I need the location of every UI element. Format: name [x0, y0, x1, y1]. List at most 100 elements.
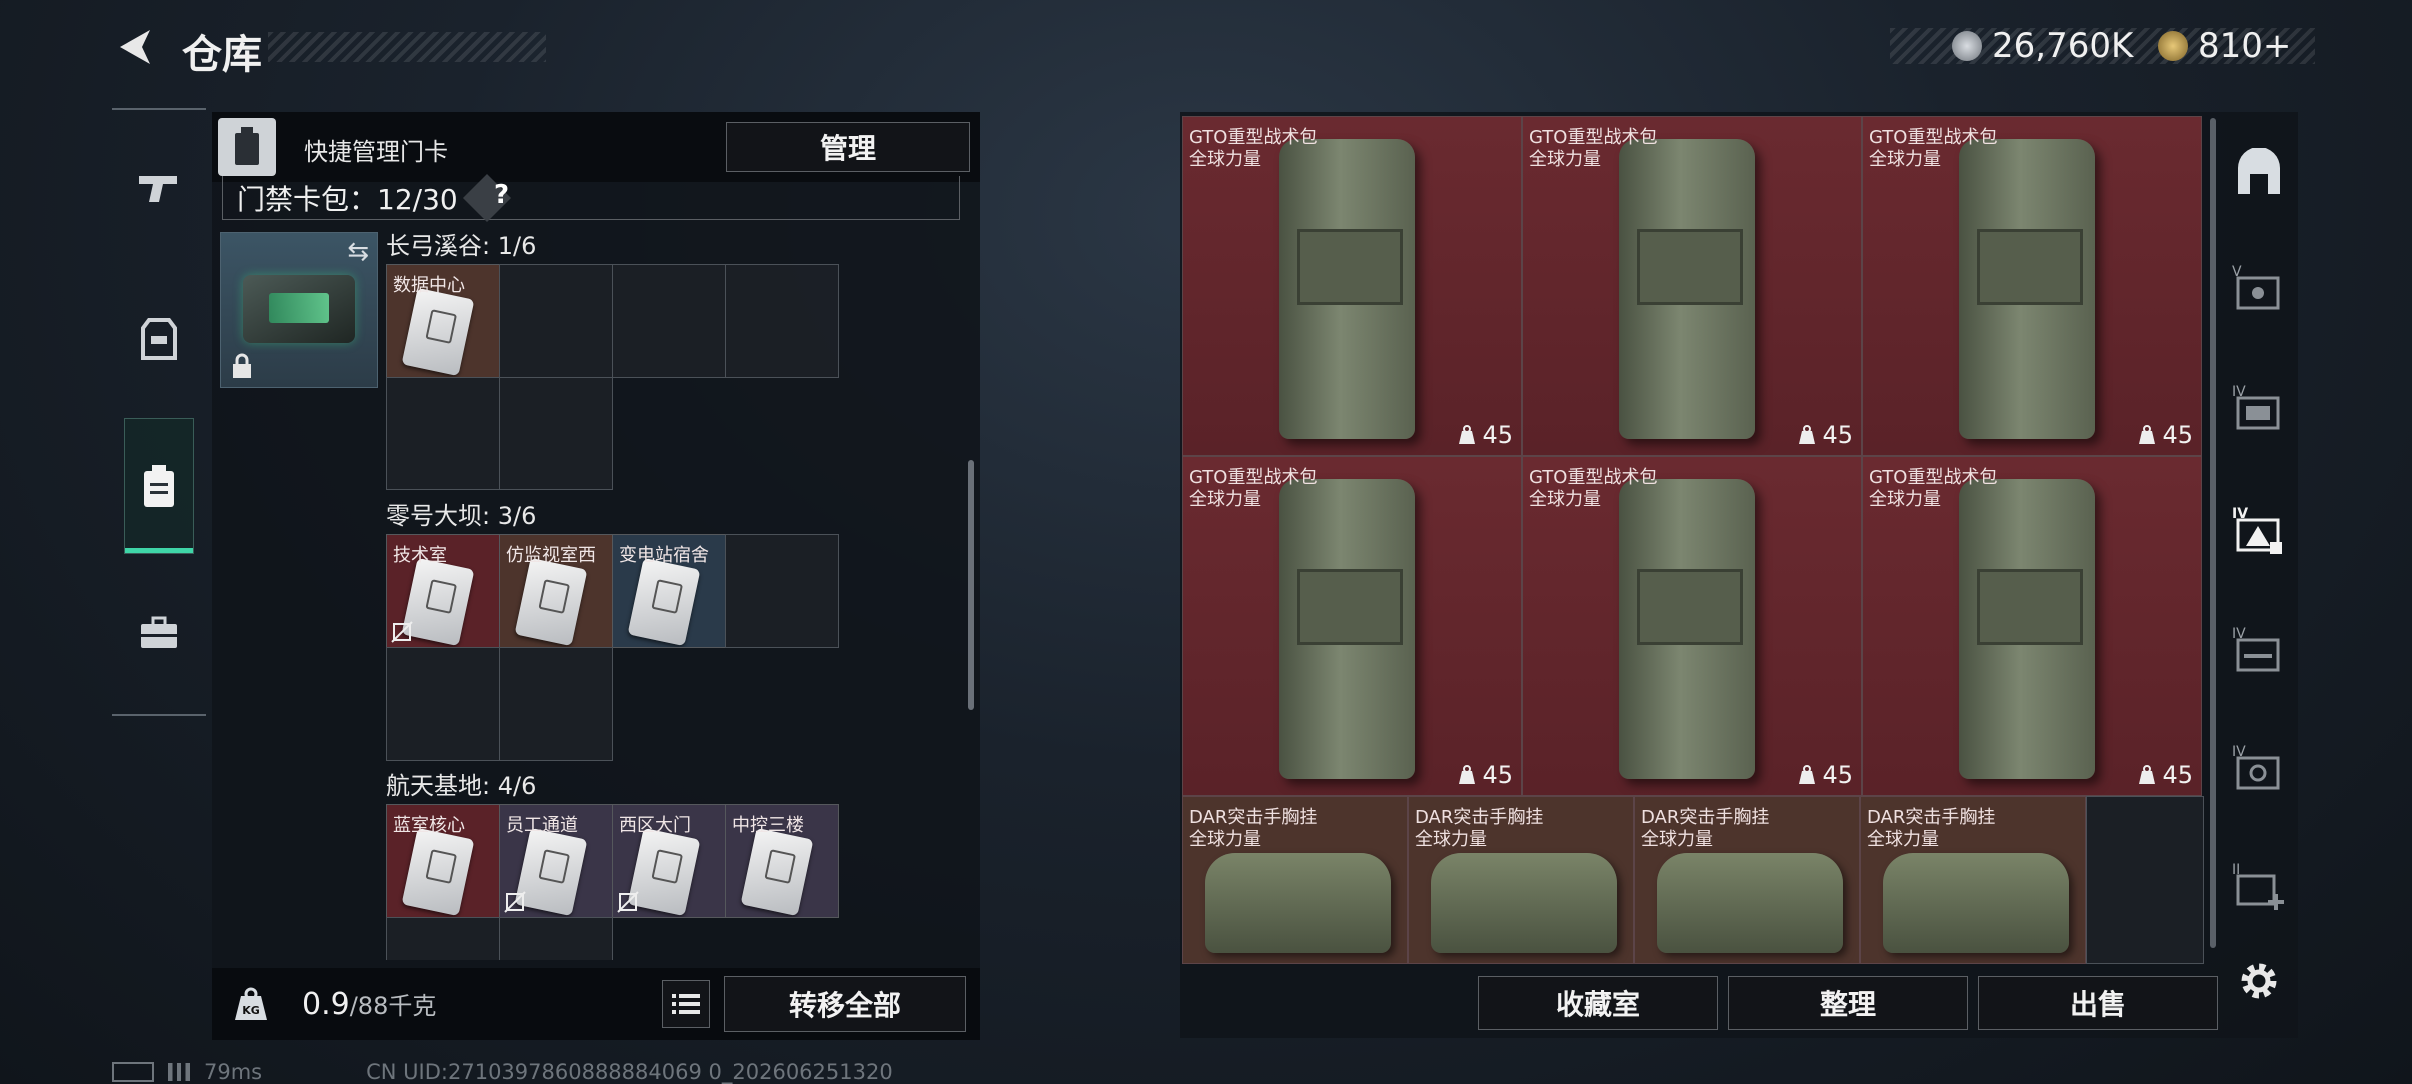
keycard-grid: 蓝室核心 员工通道 西区大门 中控三楼: [386, 804, 840, 960]
page-title: 仓库: [182, 32, 262, 78]
back-button[interactable]: [112, 24, 158, 70]
empty-slot[interactable]: [386, 377, 500, 490]
keycard-icon: [144, 465, 174, 507]
weight-icon: [2139, 765, 2156, 784]
collection-room-button[interactable]: 收藏室: [1478, 976, 1718, 1030]
list-icon: [672, 994, 700, 1014]
help-icon-glyph: ?: [494, 180, 510, 210]
empty-slot[interactable]: [725, 534, 839, 648]
keycard-case-image: [243, 275, 355, 343]
weight-icon: [1459, 425, 1476, 444]
inventory-item-chest-rig[interactable]: DAR突击手胸挂 全球力量: [1634, 796, 1860, 964]
keycard-slot[interactable]: 技术室: [386, 534, 500, 648]
triangle-coin-icon: [2158, 31, 2188, 61]
keycard-panel-footer: KG 0.9 /88千克 转移全部: [212, 968, 980, 1040]
armor-icon: [141, 318, 177, 360]
inventory-item-chest-rig[interactable]: DAR突击手胸挂 全球力量: [1182, 796, 1408, 964]
swap-icon[interactable]: ⇆: [347, 237, 369, 267]
inventory-item-backpack[interactable]: GTO重型战术包 全球力量 45: [1182, 116, 1522, 456]
keycard-slot[interactable]: 员工通道: [499, 804, 613, 918]
empty-slot[interactable]: [2086, 796, 2204, 964]
keycard-panel-header: 快捷管理门卡 管理: [212, 112, 980, 182]
tab-weapons[interactable]: [112, 170, 206, 206]
item-faction: 全球力量: [1529, 489, 1601, 510]
keycard-slot[interactable]: 仿监视室西: [499, 534, 613, 648]
tab-add-container[interactable]: II: [2232, 862, 2288, 918]
empty-slot[interactable]: [499, 377, 613, 490]
gear-icon: [2241, 963, 2277, 999]
keycard-slot[interactable]: 数据中心: [386, 264, 500, 378]
lock-icon: [233, 353, 251, 378]
tab-tier-4a[interactable]: IV: [2232, 384, 2288, 440]
weight-readout: 0.9 /88千克: [302, 987, 437, 1022]
tab-tier-4-active[interactable]: IV: [2232, 506, 2288, 562]
chest-rig-image: [1883, 853, 2069, 953]
weight-icon: KG: [226, 980, 276, 1028]
tab-toolbox[interactable]: [112, 616, 206, 650]
empty-slot[interactable]: [725, 264, 839, 378]
keycard-image: [627, 557, 701, 647]
backpack-image: [1619, 479, 1755, 779]
keycard-bag-item[interactable]: ⇆: [220, 232, 378, 388]
keycard-grid: 数据中心: [386, 264, 840, 490]
item-weight: 45: [1458, 761, 1513, 789]
inventory-item-backpack[interactable]: GTO重型战术包 全球力量 45: [1182, 456, 1522, 796]
no-insure-icon: [504, 891, 526, 913]
toolbox-icon: [141, 616, 177, 648]
status-bar: 79ms CN UID:2710397860888884069 0_202606…: [112, 1060, 893, 1084]
keycard-slot[interactable]: 西区大门: [612, 804, 726, 918]
empty-slot[interactable]: [499, 647, 613, 761]
tab-tier-4b[interactable]: IV: [2232, 626, 2288, 682]
item-faction: 全球力量: [1869, 489, 1941, 510]
currency-primary: 26,760K: [1952, 26, 2133, 66]
keycard-slot[interactable]: 中控三楼: [725, 804, 839, 918]
back-arrow-icon: [120, 30, 150, 64]
no-insure-icon: [617, 891, 639, 913]
inventory-item-backpack[interactable]: GTO重型战术包 全球力量 45: [1522, 116, 1862, 456]
backpack-image: [1619, 139, 1755, 439]
empty-slot[interactable]: [612, 264, 726, 378]
empty-slot[interactable]: [386, 917, 500, 960]
keycard-image: [740, 827, 814, 917]
inventory-item-backpack[interactable]: GTO重型战术包 全球力量 45: [1862, 456, 2202, 796]
empty-slot[interactable]: [499, 917, 613, 960]
item-faction: 全球力量: [1189, 149, 1261, 170]
inventory-item-backpack[interactable]: GTO重型战术包 全球力量 45: [1522, 456, 1862, 796]
empty-slot[interactable]: [499, 264, 613, 378]
keycard-image: [401, 287, 475, 377]
tab-armor[interactable]: [112, 318, 206, 360]
item-faction: 全球力量: [1529, 149, 1601, 170]
settings-button[interactable]: [2236, 958, 2282, 1004]
add-container-icon: [2236, 874, 2284, 910]
tab-tier-5[interactable]: V: [2232, 264, 2288, 320]
keycard-scrollbar[interactable]: [968, 460, 974, 710]
arch-icon: [2238, 147, 2280, 194]
sort-button[interactable]: 整理: [1728, 976, 1968, 1030]
backpack-image: [1959, 139, 2095, 439]
inventory-item-backpack[interactable]: GTO重型战术包 全球力量 45: [1862, 116, 2202, 456]
keycard-capacity: 门禁卡包：12/30 ?: [222, 173, 960, 222]
item-weight: 45: [1798, 761, 1853, 789]
empty-slot[interactable]: [386, 647, 500, 761]
keycard-image: [514, 557, 588, 647]
tab-tier-4c[interactable]: IV: [2232, 744, 2288, 800]
tab-home[interactable]: [2234, 147, 2284, 198]
sell-button[interactable]: 出售: [1978, 976, 2218, 1030]
transfer-all-button[interactable]: 转移全部: [724, 976, 966, 1032]
inventory-item-chest-rig[interactable]: DAR突击手胸挂 全球力量: [1408, 796, 1634, 964]
keycard-slot[interactable]: 蓝室核心: [386, 804, 500, 918]
group-title: 零号大坝: 3/6: [386, 502, 537, 530]
inventory-grid: GTO重型战术包 全球力量 45 GTO重型战术包 全球力量 45 GTO重型战术包 全球力量…: [1182, 116, 2204, 964]
currency-secondary[interactable]: 810+: [2158, 26, 2291, 66]
backpack-image: [1279, 139, 1415, 439]
item-weight: 45: [1798, 421, 1853, 449]
backpack-image: [1279, 479, 1415, 779]
inventory-scrollbar[interactable]: [2210, 118, 2216, 948]
weight-icon: [1799, 425, 1816, 444]
keycard-header-icon: [218, 118, 276, 176]
list-view-button[interactable]: [662, 980, 710, 1028]
inventory-item-chest-rig[interactable]: DAR突击手胸挂 全球力量: [1860, 796, 2086, 964]
keycard-slot[interactable]: 变电站宿舍: [612, 534, 726, 648]
manage-button[interactable]: 管理: [726, 122, 970, 172]
tab-keycards[interactable]: [124, 418, 194, 554]
